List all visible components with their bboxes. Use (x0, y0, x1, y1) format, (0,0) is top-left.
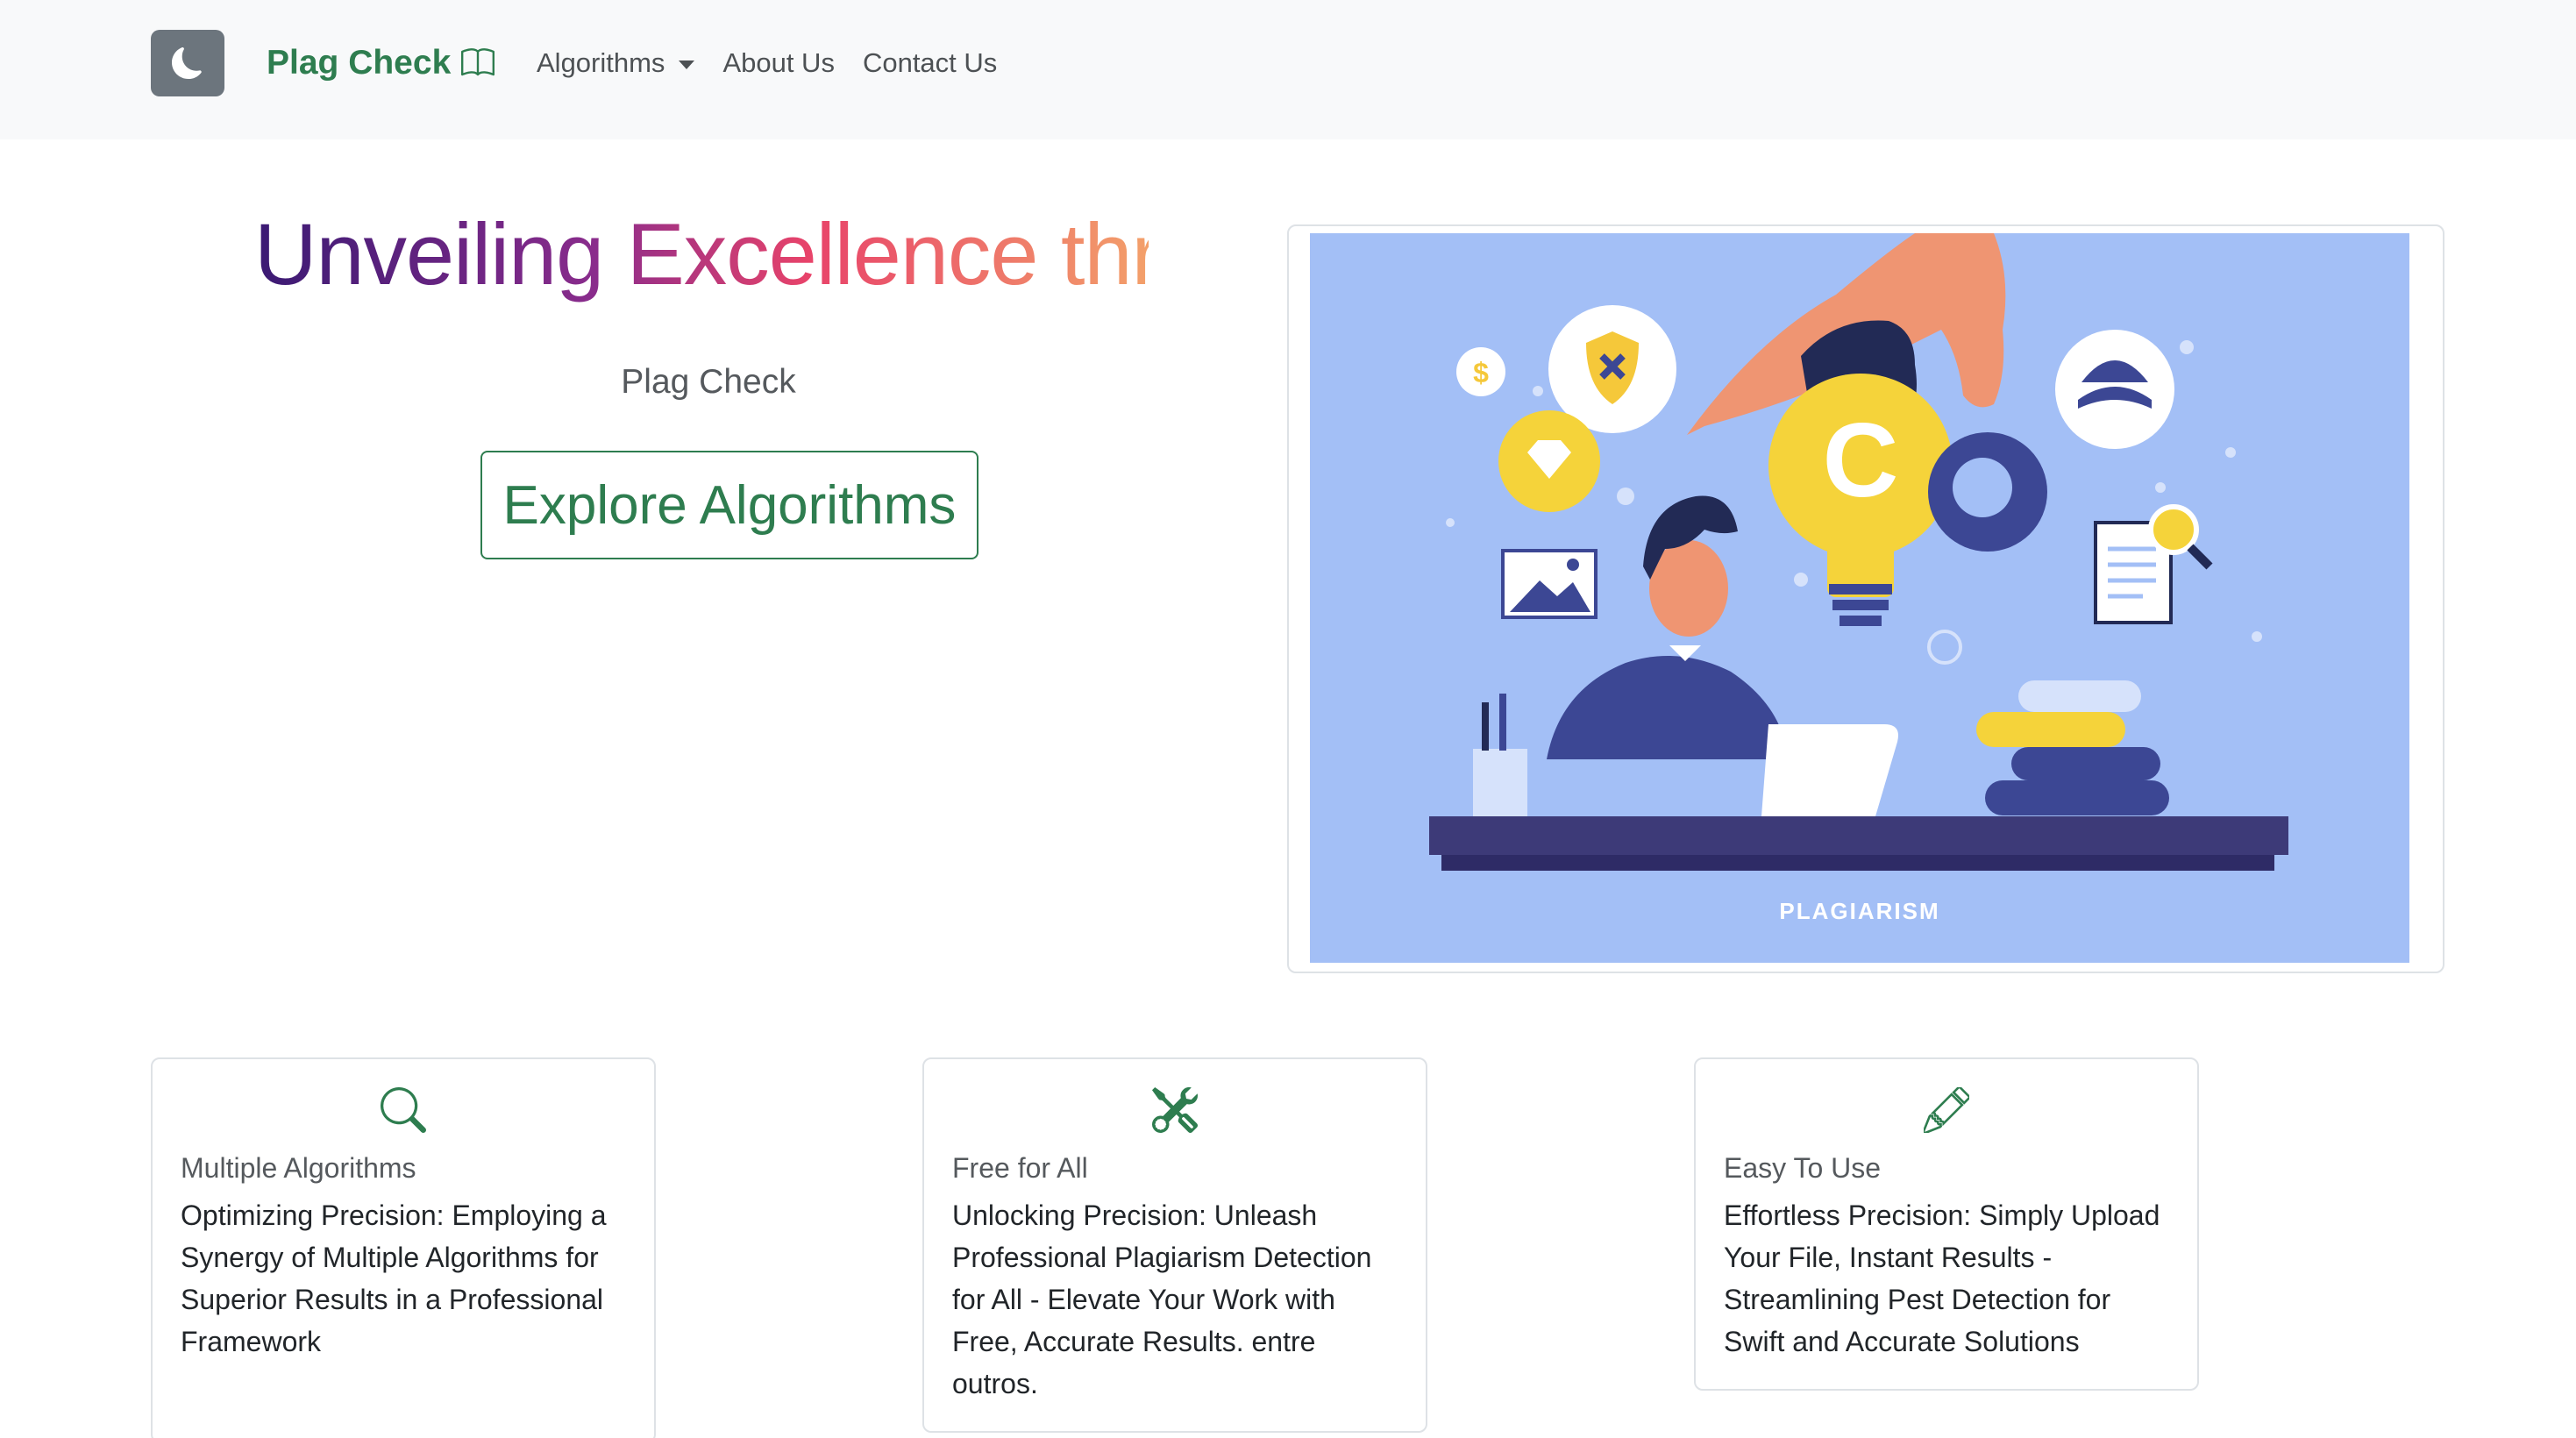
navbar: Plag Check Algorithms About Us Contact U… (0, 0, 2576, 139)
feature-card-free-for-all: Free for All Unlocking Precision: Unleas… (922, 1057, 1427, 1433)
illustration-caption: PLAGIARISM (1779, 898, 1939, 924)
book-icon (461, 48, 495, 76)
copyright-letter: C (1823, 402, 1899, 519)
caret-down-icon (679, 61, 695, 69)
card-title: Easy To Use (1724, 1152, 1882, 1184)
card-icon-wrap (952, 1087, 1398, 1140)
card-text: Unlocking Precision: Unleash Professiona… (952, 1200, 1372, 1399)
brand-link[interactable]: Plag Check (267, 40, 496, 86)
nav-algorithms-dropdown[interactable]: Algorithms (537, 44, 695, 82)
card-icon-wrap (1724, 1087, 2169, 1140)
pencil-icon (1924, 1087, 1969, 1133)
tools-icon (1152, 1087, 1198, 1133)
coin-symbol: $ (1473, 357, 1489, 388)
theme-toggle-button[interactable] (151, 30, 224, 96)
nav-links: Algorithms About Us Contact Us (537, 44, 997, 82)
brand-name: Plag Check (267, 44, 452, 82)
moon-icon (172, 47, 202, 79)
explore-algorithms-button[interactable]: Explore Algorithms (480, 451, 978, 559)
card-text: Optimizing Precision: Employing a Synerg… (181, 1200, 607, 1357)
card-title: Multiple Algorithms (181, 1152, 416, 1184)
feature-card-multiple-algorithms: Multiple Algorithms Optimizing Precision… (151, 1057, 656, 1438)
plagiarism-illustration: $ C PLAGIARISM (1310, 233, 2409, 963)
card-icon-wrap (181, 1087, 626, 1140)
nav-contact-us[interactable]: Contact Us (863, 44, 997, 82)
feature-card-easy-to-use: Easy To Use Effortless Precision: Simply… (1694, 1057, 2199, 1391)
nav-about-us[interactable]: About Us (722, 44, 835, 82)
nav-algorithms-label: Algorithms (537, 47, 665, 78)
card-title: Free for All (952, 1152, 1088, 1184)
card-text: Effortless Precision: Simply Upload Your… (1724, 1200, 2160, 1357)
search-icon (381, 1087, 426, 1133)
hero-title: Unveiling Excellence thr (254, 193, 1149, 316)
hero-subtitle: Plag Check (621, 363, 796, 401)
